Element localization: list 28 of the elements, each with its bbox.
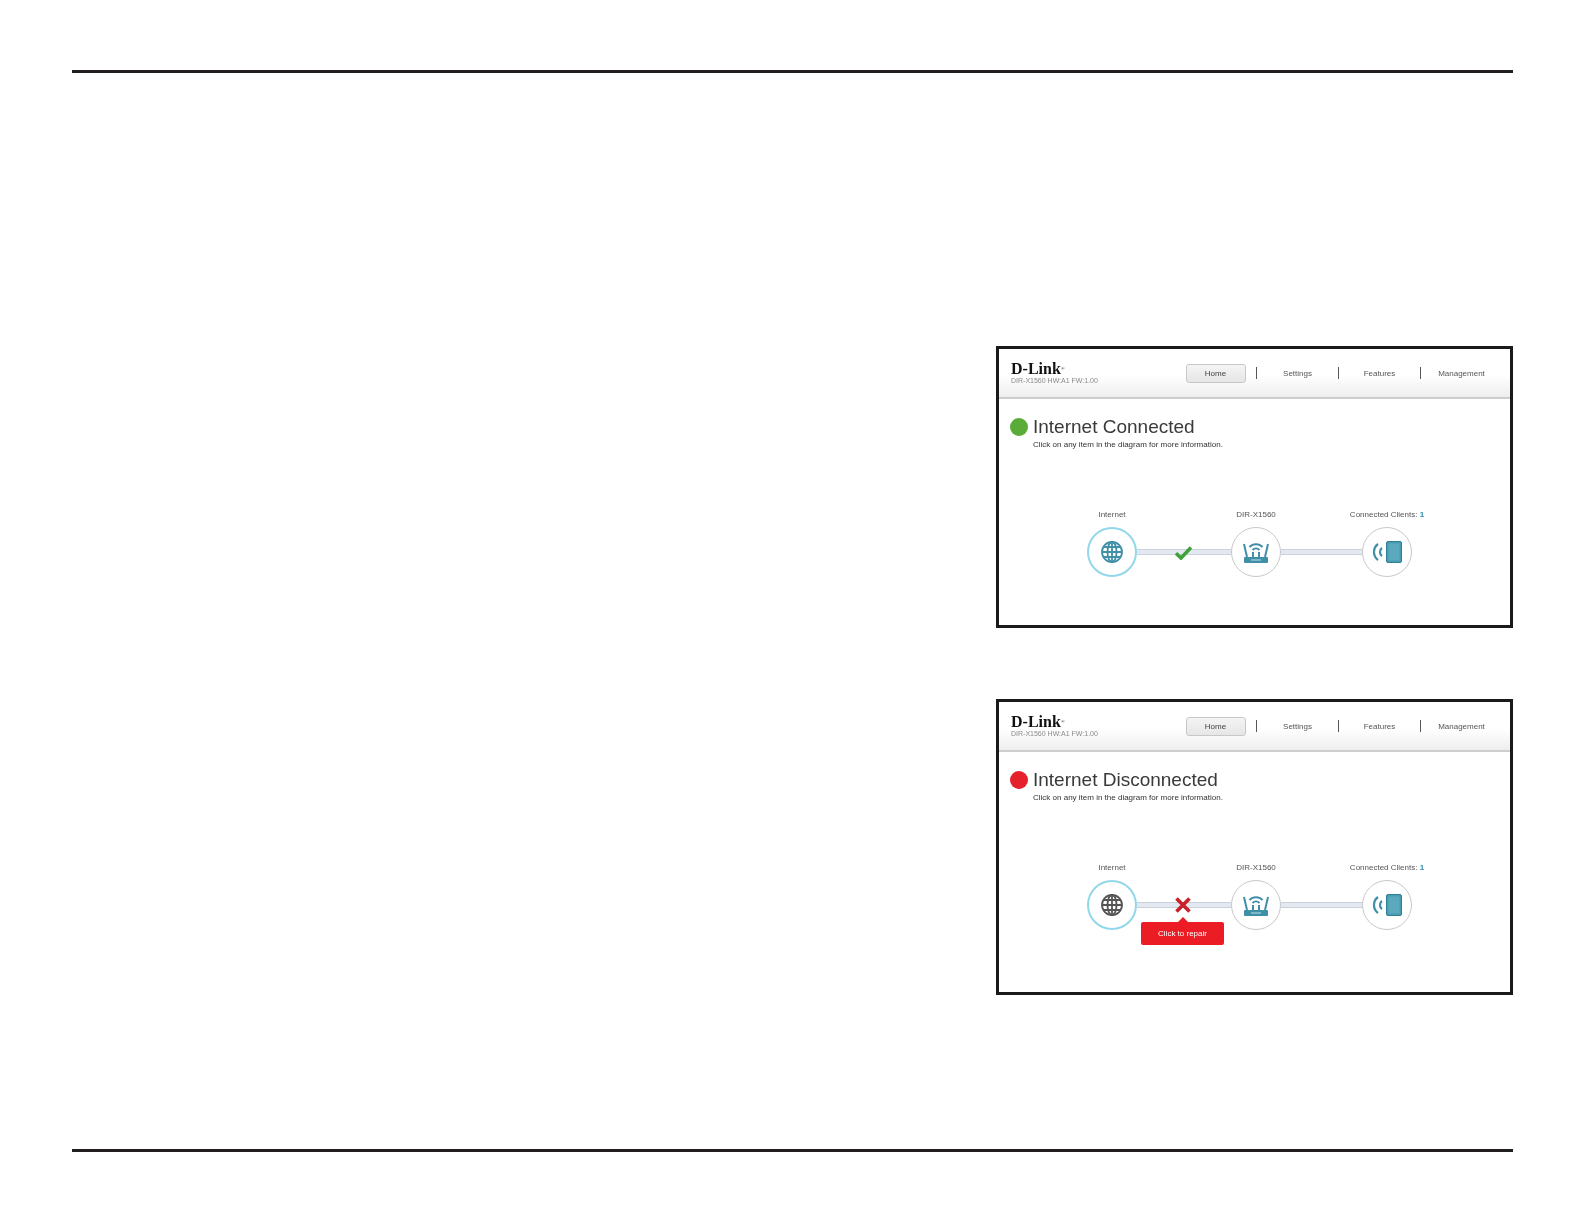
network-node[interactable]	[1087, 527, 1137, 577]
nav-tab[interactable]: Management	[1435, 716, 1488, 736]
nav-tab[interactable]: Settings	[1280, 363, 1315, 383]
status-title: Internet Connected	[1033, 415, 1195, 439]
status-title: Internet Disconnected	[1033, 768, 1218, 792]
nav-tab[interactable]: Settings	[1280, 716, 1315, 736]
nav-tab[interactable]: Home	[1185, 716, 1246, 736]
nav-tab[interactable]: Features	[1360, 363, 1399, 383]
node-label: Connected Clients: 1	[1349, 510, 1425, 520]
node-label: DIR-X1560	[1236, 863, 1276, 873]
network-node[interactable]	[1231, 880, 1281, 930]
nav-tab[interactable]: Features	[1360, 716, 1399, 736]
brand-logo: D-Link$^{®}$	[1011, 360, 1065, 376]
wireless-tablet-icon	[1372, 541, 1402, 563]
network-node[interactable]	[1231, 527, 1281, 577]
node-label: Connected Clients: 1	[1349, 863, 1425, 873]
node-label: Internet	[1098, 510, 1126, 520]
hint-text: Click on any item in the diagram for more information.	[1033, 793, 1223, 803]
hint-text: Click on any item in the diagram for more information.	[1033, 440, 1223, 450]
nav-tab[interactable]: Home	[1185, 363, 1246, 383]
network-node[interactable]	[1362, 527, 1412, 577]
node-label: Internet	[1098, 863, 1126, 873]
network-node[interactable]	[1087, 880, 1137, 930]
nav-tab[interactable]: Management	[1435, 363, 1488, 383]
node-label: DIR-X1560	[1236, 510, 1276, 520]
wireless-tablet-icon	[1372, 894, 1402, 916]
brand-logo: D-Link$^{®}$	[1011, 713, 1065, 729]
network-node[interactable]	[1362, 880, 1412, 930]
